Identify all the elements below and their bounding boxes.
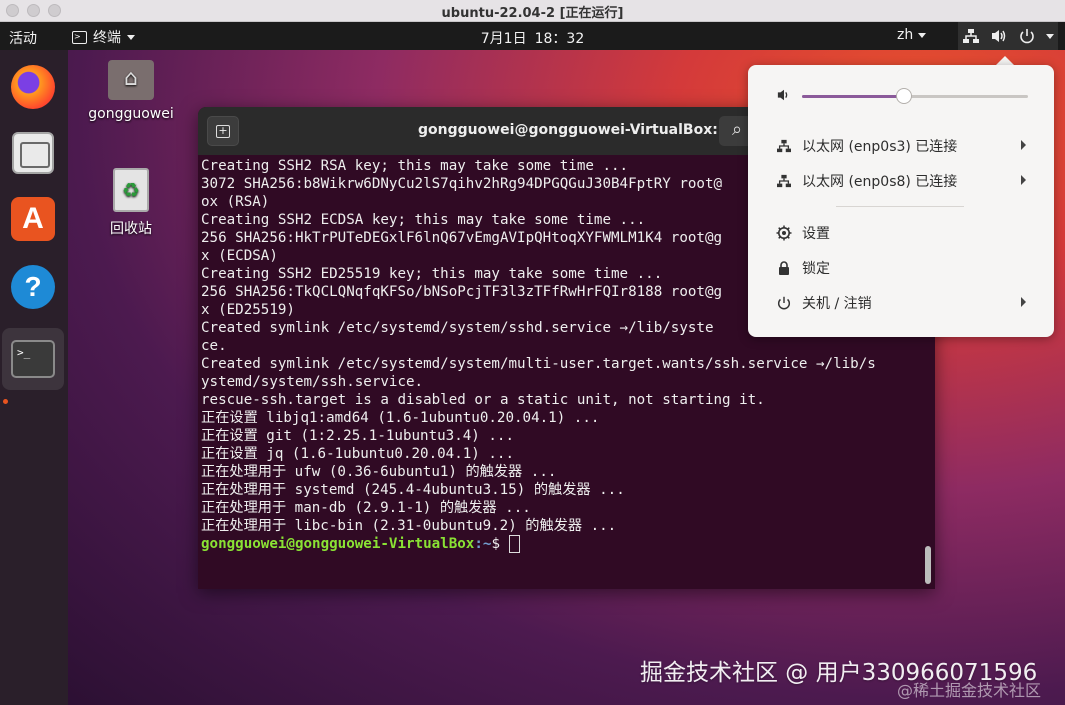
menu-separator [836,206,964,207]
running-indicator [3,399,8,404]
menu-item-label: 以太网 (enp0s3) 已连接 [802,139,958,155]
menu-item-label: 设置 [802,226,830,242]
text-cursor [508,535,520,553]
desktop-icon-label: gongguowei [88,106,174,122]
terminal-line: ystemd/system/ssh.service. [201,374,424,390]
dock-item-firefox[interactable] [8,62,58,112]
chevron-down-icon [918,32,927,38]
desktop-icon-trash[interactable]: ♻ 回收站 [86,168,176,238]
help-icon: ? [11,265,55,309]
clock-date: 7月1日 [480,31,527,47]
search-icon: ⌕ [731,119,743,140]
volume-slider-knob[interactable] [895,88,912,104]
terminal-prompt-line: gongguowei@gongguowei-VirtualBox:~$ [201,535,926,553]
terminal-line: 正在处理用于 ufw (0.36-6ubuntu1) 的触发器 ... [201,464,557,480]
dock-item-software[interactable]: A [8,194,58,244]
prompt-path: :~ [474,536,492,552]
home-folder-icon [108,60,154,100]
system-menu: 以太网 (enp0s3) 已连接 以太网 (enp0s8) 已连接 设置 锁定 … [748,65,1054,337]
menu-item-power-off[interactable]: 关机 / 注销 [776,292,1028,314]
menu-item-ethernet-enp0s3[interactable]: 以太网 (enp0s3) 已连接 [776,135,1028,157]
network-wired-icon [963,29,979,43]
menu-item-settings[interactable]: 设置 [776,222,1028,244]
terminal-line: ce. [201,338,227,354]
power-icon [1020,29,1034,44]
new-tab-button[interactable]: + [207,116,239,146]
desktop-icon-label: 回收站 [110,221,152,237]
terminal-line: 正在设置 jq (1.6-1ubuntu0.20.04.1) ... [201,446,514,462]
volume-slider[interactable] [802,88,1028,104]
volume-slider-fill [802,95,904,98]
firefox-icon [11,65,55,109]
terminal-scrollbar[interactable] [925,546,931,584]
top-panel: 活动 > 终端 7月1日 18：32 zh [0,22,1065,50]
language-label: zh [897,27,914,43]
volume-slider-row[interactable] [776,87,1028,105]
dock: A ? >_ [0,50,68,705]
volume-icon [992,30,1006,42]
prompt-user: gongguowei@gongguowei-VirtualBox [201,536,475,552]
prompt-symbol: $ [491,536,500,552]
chevron-right-icon [1021,175,1026,185]
terminal-line: rescue-ssh.target is a disabled or a sta… [201,392,765,408]
menu-item-lock[interactable]: 锁定 [776,257,1028,279]
host-window-title: ubuntu-22.04-2 [正在运行] [441,6,624,21]
terminal-line: 正在处理用于 man-db (2.9.1-1) 的触发器 ... [201,500,531,516]
input-language-selector[interactable]: zh [897,27,927,43]
chevron-down-icon [1046,33,1054,39]
terminal-line: 正在处理用于 systemd (245.4-4ubuntu3.15) 的触发器 … [201,482,625,498]
terminal-icon: >_ [11,340,55,378]
menu-item-label: 锁定 [802,261,830,277]
dock-item-terminal[interactable]: >_ [2,328,64,390]
desktop-icon-home[interactable]: gongguowei [86,60,176,122]
dock-item-files[interactable] [8,128,58,178]
trash-icon: ♻ [113,168,149,212]
menu-item-ethernet-enp0s8[interactable]: 以太网 (enp0s8) 已连接 [776,170,1028,192]
menu-item-label: 以太网 (enp0s8) 已连接 [802,174,958,190]
lock-icon [779,261,789,275]
power-icon [778,296,790,310]
gear-icon [776,225,792,241]
chevron-right-icon [1021,140,1026,150]
software-store-icon: A [11,197,55,241]
network-wired-icon [777,139,791,153]
chevron-right-icon [1021,297,1026,307]
terminal-line: 正在处理用于 libc-bin (2.31-0ubuntu9.2) 的触发器 .… [201,518,617,534]
terminal-title: gongguowei@gongguowei-VirtualBox: ~ [418,122,735,138]
clock-time: 18：32 [534,31,585,47]
files-icon [12,132,54,174]
system-status-area[interactable] [958,22,1058,50]
terminal-line: 正在设置 git (1:2.25.1-1ubuntu3.4) ... [201,428,514,444]
watermark-small-text: @稀土掘金技术社区 [897,681,1042,700]
host-window-titlebar: ubuntu-22.04-2 [正在运行] [0,0,1065,22]
new-tab-icon: + [216,124,230,138]
menu-item-label: 关机 / 注销 [802,296,872,312]
volume-icon [777,89,788,101]
network-wired-icon [777,174,791,188]
terminal-line: 正在设置 libjq1:amd64 (1.6-1ubuntu0.20.04.1)… [201,410,600,426]
terminal-line: Created symlink /etc/systemd/system/mult… [201,356,876,372]
dock-item-help[interactable]: ? [8,262,58,312]
